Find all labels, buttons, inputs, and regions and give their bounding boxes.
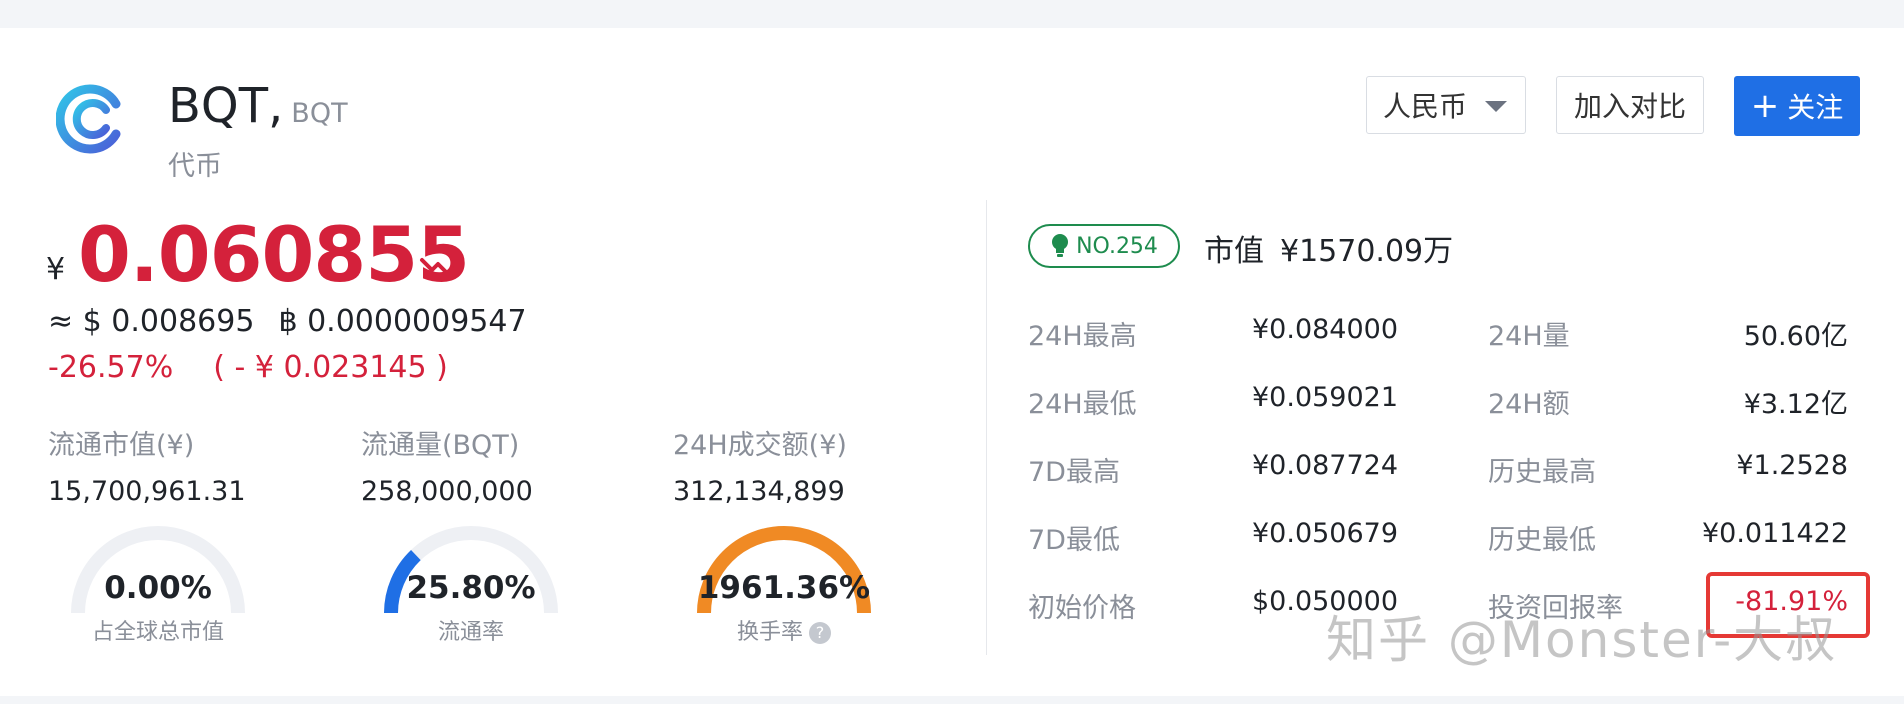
stat-circulating-supply: 流通量(BQT) 258,000,000 xyxy=(361,428,533,512)
follow-button-label: 关注 xyxy=(1787,91,1844,124)
change-amount: ( - ¥ 0.023145 ) xyxy=(213,350,448,385)
currency-select-value: 人民币 xyxy=(1383,90,1468,123)
market-cap-value: ¥1570.09万 xyxy=(1280,234,1454,269)
panel-divider xyxy=(986,200,987,655)
help-icon[interactable]: ? xyxy=(809,622,831,644)
detail-value: ¥0.087724 xyxy=(1252,450,1399,481)
stat-value: 15,700,961.31 xyxy=(48,476,246,507)
stat-circulating-mcap: 流通市值(¥) 15,700,961.31 xyxy=(48,428,246,512)
stat-value: 312,134,899 xyxy=(673,476,845,507)
stat-label: 流通市值(¥) xyxy=(48,430,195,461)
lightbulb-icon xyxy=(1052,234,1069,257)
market-cap-label: 市值 xyxy=(1204,234,1264,269)
detail-value: ¥1.2528 xyxy=(1736,450,1848,481)
detail-value: ¥0.059021 xyxy=(1252,382,1399,413)
gauge-global-share: 0.00% 占全球总市值 xyxy=(65,520,251,645)
stat-label: 24H成交额(¥) xyxy=(673,430,847,461)
watermark: 知乎 @Monster-大叔 xyxy=(1326,611,1838,669)
detail-label: 24H最低 xyxy=(1028,389,1137,420)
gauge-percent: 1961.36% xyxy=(697,570,871,606)
plus-icon: + xyxy=(1750,86,1780,126)
bottom-bar xyxy=(0,696,1904,704)
price-change: -26.57% ( - ¥ 0.023145 ) xyxy=(48,350,448,385)
detail-label: 24H最高 xyxy=(1028,321,1137,352)
detail-label: 初始价格 xyxy=(1028,593,1136,624)
current-price: 0.060855 xyxy=(78,210,470,299)
detail-value: 50.60亿 xyxy=(1743,321,1848,352)
coin-symbol: BQT xyxy=(291,98,348,129)
detail-label: 24H量 xyxy=(1488,321,1570,352)
caret-down-icon xyxy=(1485,101,1507,112)
detail-value: ¥0.050679 xyxy=(1252,518,1399,549)
stat-24h-turnover: 24H成交额(¥) 312,134,899 xyxy=(673,428,847,512)
detail-value: ¥0.011422 xyxy=(1701,518,1848,549)
coin-type: 代币 xyxy=(168,151,222,182)
gauge-label: 流通率 xyxy=(437,620,504,645)
follow-button[interactable]: + 关注 xyxy=(1734,76,1860,136)
rank-badge: NO.254 xyxy=(1028,224,1180,268)
coin-name: BQT, xyxy=(168,78,284,134)
price-currency-symbol: ¥ xyxy=(46,252,66,287)
gauge-label-text: 换手率 xyxy=(736,620,803,645)
rank-text: NO.254 xyxy=(1076,233,1158,259)
detail-value: ¥0.084000 xyxy=(1252,314,1399,345)
change-percent: -26.57% xyxy=(48,350,174,385)
add-compare-button[interactable]: 加入对比 xyxy=(1556,76,1704,134)
detail-label: 24H额 xyxy=(1488,389,1570,420)
coin-logo xyxy=(55,82,128,154)
alt-prices: ≈ $ 0.008695 ฿ 0.0000009547 xyxy=(48,304,527,339)
gauge-label: 换手率? xyxy=(691,614,877,646)
btc-price: ฿ 0.0000009547 xyxy=(278,304,527,339)
usd-price: ≈ $ 0.008695 xyxy=(48,304,255,339)
detail-label: 历史最高 xyxy=(1488,457,1596,488)
detail-label: 历史最低 xyxy=(1488,525,1596,556)
top-bar xyxy=(0,0,1904,28)
detail-label: 7D最低 xyxy=(1028,525,1120,556)
gauge-circulation-rate: 25.80% 流通率 xyxy=(378,520,564,645)
market-cap: 市值 ¥1570.09万 xyxy=(1204,226,1453,270)
trend-down-icon xyxy=(418,254,458,284)
currency-select[interactable]: 人民币 xyxy=(1366,76,1526,134)
gauge-label: 占全球总市值 xyxy=(91,620,224,645)
detail-label: 7D最高 xyxy=(1028,457,1120,488)
stat-label: 流通量(BQT) xyxy=(361,430,520,461)
gauge-percent: 0.00% xyxy=(104,570,212,606)
coin-title: BQT, BQT xyxy=(168,78,348,142)
gauge-percent: 25.80% xyxy=(406,570,536,606)
gauge-turnover-rate: 1961.36% 换手率? xyxy=(691,520,877,645)
stat-value: 258,000,000 xyxy=(361,476,533,507)
detail-value: ¥3.12亿 xyxy=(1743,389,1848,420)
